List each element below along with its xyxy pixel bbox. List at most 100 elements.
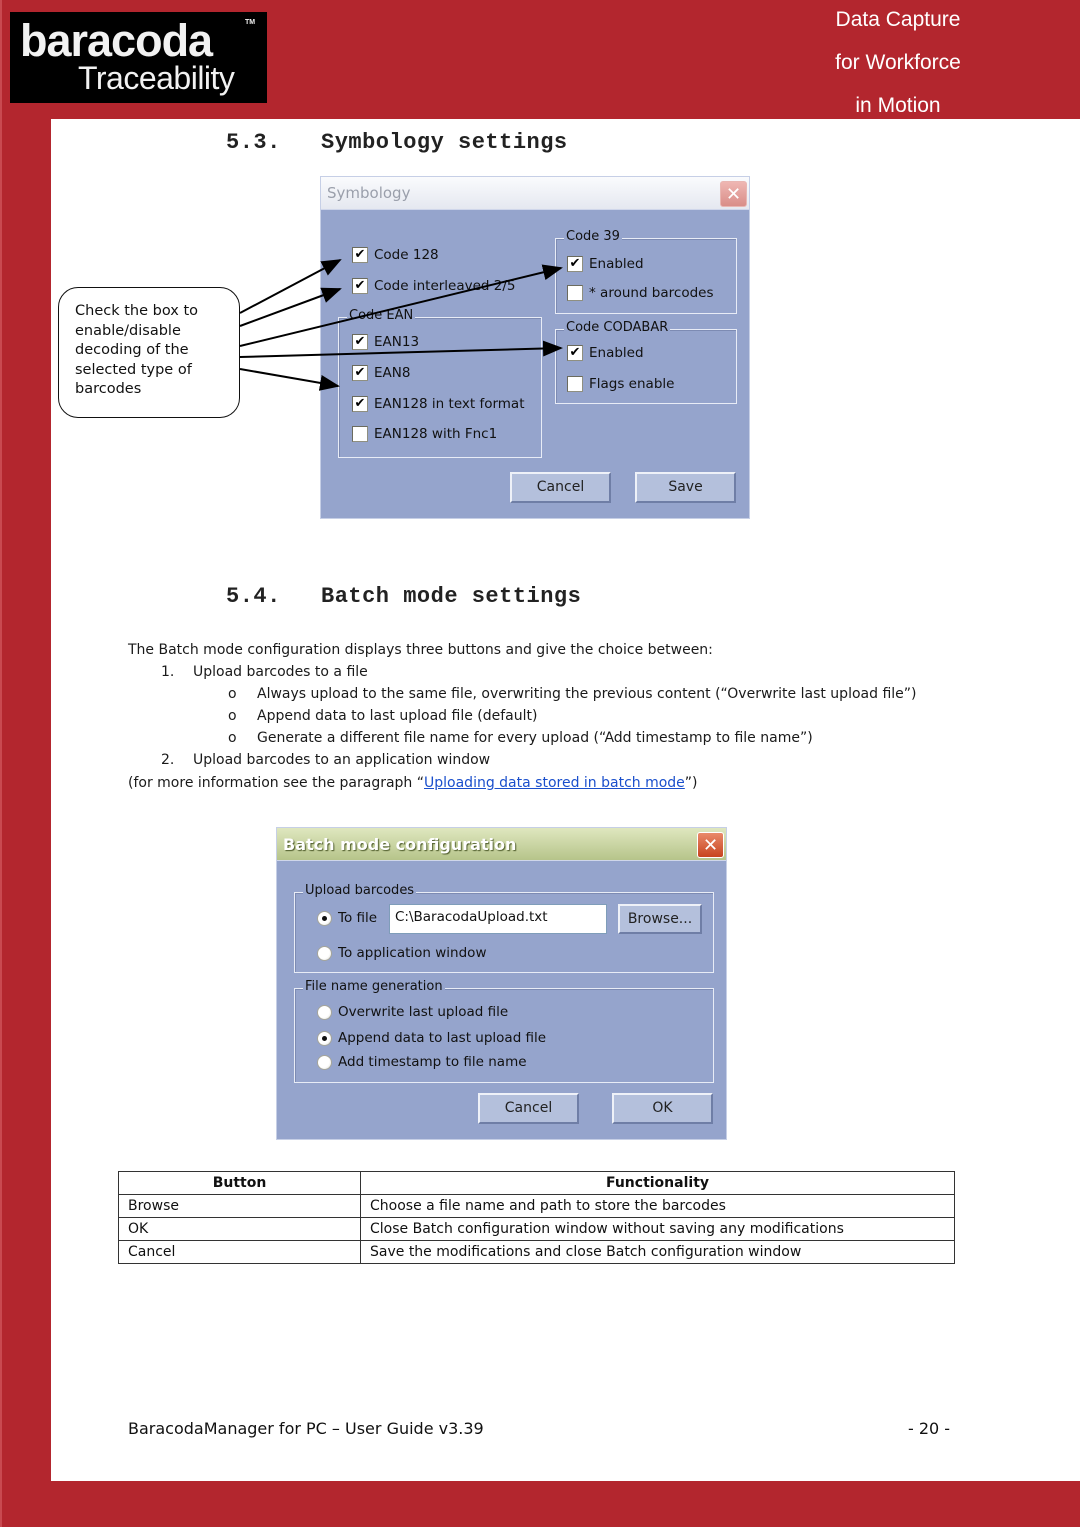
more-info-prefix: (for more information see the paragraph … — [128, 775, 425, 791]
radio-dot[interactable] — [317, 945, 332, 961]
table-cell: Close Batch configuration window without… — [360, 1217, 955, 1241]
dialog-title: Symbology — [327, 184, 411, 202]
group-legend: Code EAN — [347, 308, 416, 323]
checkbox-box[interactable] — [567, 376, 583, 392]
symbology-dialog: Symbology ✕ ✔ Code 128 ✔ Code interleave… — [320, 176, 750, 519]
checkbox-box[interactable]: ✔ — [352, 365, 368, 381]
tagline-line-3: in Motion — [855, 94, 941, 117]
save-button[interactable]: Save — [635, 472, 736, 503]
list-marker: o — [228, 686, 237, 702]
checkbox-box[interactable]: ✔ — [352, 278, 368, 294]
radio-append[interactable]: Append data to last upload file — [317, 1030, 546, 1046]
checkbox-label: EAN13 — [374, 334, 420, 350]
group-legend: Code CODABAR — [564, 320, 671, 335]
radio-label: Append data to last upload file — [338, 1030, 547, 1046]
footer-doc-title: BaracodaManager for PC – User Guide v3.3… — [128, 1419, 484, 1438]
table-header: Functionality — [360, 1171, 955, 1195]
more-info-line: (for more information see the paragraph … — [128, 775, 698, 791]
checkbox-code39-asterisk[interactable]: * around barcodes — [567, 285, 714, 301]
radio-label: Add timestamp to file name — [338, 1054, 527, 1070]
checkbox-codabar-enabled[interactable]: ✔ Enabled — [567, 345, 644, 361]
checkbox-box[interactable]: ✔ — [352, 334, 368, 350]
radio-to-file[interactable]: To file — [317, 910, 377, 926]
file-path-input[interactable]: C:\BaracodaUpload.txt — [389, 904, 607, 934]
list-item: Always upload to the same file, overwrit… — [257, 686, 917, 702]
checkbox-code-interleaved[interactable]: ✔ Code interleaved 2/5 — [352, 278, 516, 294]
group-legend: File name generation — [303, 979, 445, 994]
table-header: Button — [118, 1171, 361, 1195]
radio-dot[interactable] — [317, 1030, 332, 1046]
group-legend: Code 39 — [564, 229, 622, 244]
tagline-line-2: for Workforce — [835, 51, 961, 74]
footer-page-number: - 20 - — [908, 1419, 951, 1438]
table-row: Cancel Save the modifications and close … — [118, 1240, 955, 1264]
ok-button[interactable]: OK — [612, 1093, 713, 1124]
logo-trademark: TM — [245, 19, 256, 26]
checkbox-box[interactable]: ✔ — [567, 345, 583, 361]
group-file-name-generation: File name generation Overwrite last uplo… — [294, 979, 714, 1083]
checkbox-label: Code interleaved 2/5 — [374, 278, 516, 294]
section-heading-batch: 5.4. Batch mode settings — [226, 584, 581, 609]
table-row: OK Close Batch configuration window with… — [118, 1217, 955, 1241]
checkbox-code39-enabled[interactable]: ✔ Enabled — [567, 256, 644, 272]
table-cell: Cancel — [118, 1240, 361, 1264]
cancel-button[interactable]: Cancel — [478, 1093, 579, 1124]
list-item: Upload barcodes to a file — [193, 664, 368, 680]
list-item: Upload barcodes to an application window — [193, 752, 491, 768]
checkbox-label: Flags enable — [589, 376, 675, 392]
section-title: Symbology settings — [321, 130, 568, 155]
checkbox-ean128-fnc1[interactable]: EAN128 with Fnc1 — [352, 426, 497, 442]
checkbox-label: Code 128 — [374, 247, 439, 263]
close-icon[interactable]: ✕ — [697, 832, 724, 858]
checkbox-ean13[interactable]: ✔ EAN13 — [352, 334, 419, 350]
page-left-edge — [0, 0, 2, 1527]
radio-overwrite[interactable]: Overwrite last upload file — [317, 1004, 508, 1020]
checkbox-codabar-flags[interactable]: Flags enable — [567, 376, 674, 392]
group-upload-barcodes: Upload barcodes To file C:\BaracodaUploa… — [294, 883, 714, 973]
section-title: Batch mode settings — [321, 584, 582, 609]
radio-to-application-window[interactable]: To application window — [317, 945, 486, 961]
table-cell: Choose a file name and path to store the… — [360, 1194, 955, 1218]
table-row: Browse Choose a file name and path to st… — [118, 1194, 955, 1218]
list-marker: 1. — [161, 664, 175, 680]
radio-dot[interactable] — [317, 1004, 332, 1020]
checkbox-box[interactable] — [567, 285, 583, 301]
checkbox-label: Enabled — [589, 256, 644, 272]
checkbox-box[interactable] — [352, 426, 368, 442]
checkbox-code128[interactable]: ✔ Code 128 — [352, 247, 439, 263]
checkbox-label: EAN128 with Fnc1 — [374, 426, 498, 442]
dialog-titlebar: Symbology ✕ — [321, 177, 749, 210]
list-item: Append data to last upload file (default… — [257, 708, 538, 724]
checkbox-box[interactable]: ✔ — [567, 256, 583, 272]
radio-dot[interactable] — [317, 910, 332, 926]
table-header-row: Button Functionality — [118, 1171, 955, 1195]
callout-note: Check the box to enable/disable decoding… — [58, 287, 240, 418]
section-number: 5.4. — [226, 584, 281, 609]
section-number: 5.3. — [226, 130, 281, 155]
checkbox-ean128-text[interactable]: ✔ EAN128 in text format — [352, 396, 525, 412]
radio-add-timestamp[interactable]: Add timestamp to file name — [317, 1054, 527, 1070]
checkbox-label: * around barcodes — [589, 285, 714, 301]
more-info-suffix: ”) — [684, 775, 698, 791]
callout-text: Check the box to enable/disable decoding… — [75, 303, 198, 397]
list-marker: 2. — [161, 752, 175, 768]
browse-button[interactable]: Browse... — [618, 904, 702, 934]
close-icon[interactable]: ✕ — [720, 181, 747, 207]
group-legend: Upload barcodes — [303, 883, 417, 898]
group-code39: Code 39 ✔ Enabled * around barcodes — [555, 229, 737, 314]
checkbox-box[interactable]: ✔ — [352, 396, 368, 412]
checkbox-box[interactable]: ✔ — [352, 247, 368, 263]
logo-brand: baracoda — [20, 15, 213, 66]
cancel-button[interactable]: Cancel — [510, 472, 611, 503]
table-cell: Browse — [118, 1194, 361, 1218]
batch-mode-link[interactable]: Uploading data stored in batch mode — [424, 775, 685, 791]
list-marker: o — [228, 730, 237, 746]
checkbox-label: EAN8 — [374, 365, 411, 381]
checkbox-label: Enabled — [589, 345, 644, 361]
logo-subtitle: Traceability — [78, 60, 235, 96]
checkbox-ean8[interactable]: ✔ EAN8 — [352, 365, 410, 381]
radio-label: To application window — [338, 945, 487, 961]
radio-dot[interactable] — [317, 1054, 332, 1070]
radio-label: To file — [338, 910, 378, 926]
radio-label: Overwrite last upload file — [338, 1004, 509, 1020]
